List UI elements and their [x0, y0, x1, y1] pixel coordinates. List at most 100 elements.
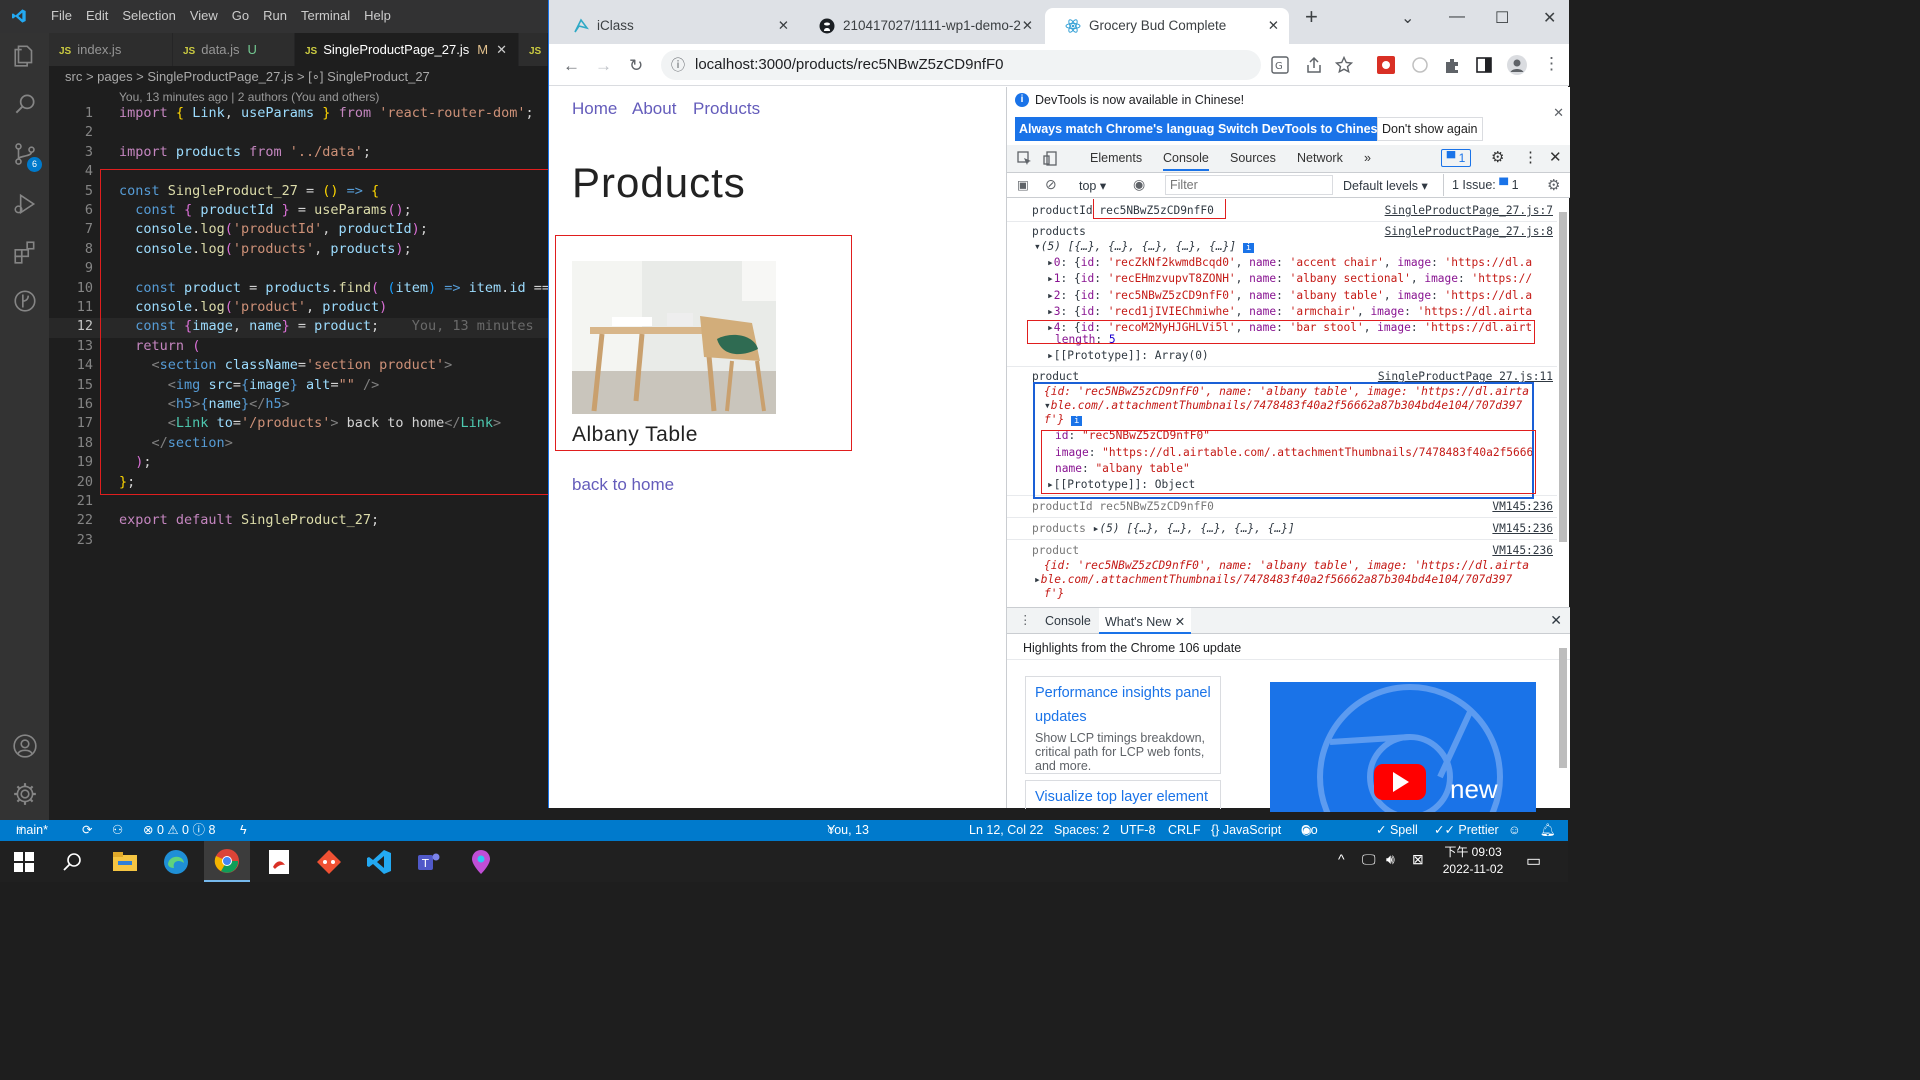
code-line[interactable]: 4: [49, 163, 548, 182]
run-debug-icon[interactable]: [12, 191, 38, 217]
products-array-summary[interactable]: ▾(5) [{…}, {…}, {…}, {…}, {…}] i: [1034, 240, 1255, 253]
menu-edit[interactable]: Edit: [79, 8, 115, 23]
back-arrow-icon[interactable]: ←: [563, 56, 580, 76]
line-endings[interactable]: CRLF: [1168, 820, 1201, 841]
git-graph-status-icon[interactable]: ⚇: [112, 820, 123, 841]
prettier-status[interactable]: ✓✓ Prettier: [1434, 820, 1499, 841]
console-scrollbar[interactable]: [1559, 212, 1567, 542]
language-mode[interactable]: {} JavaScript: [1211, 820, 1281, 841]
codelens-blame[interactable]: You, 13 minutes ago | 2 authors (You and…: [119, 90, 379, 104]
code-line[interactable]: 19 );: [49, 454, 548, 473]
menu-file[interactable]: File: [44, 8, 79, 23]
products-array-item[interactable]: ▸2: {id: 'rec5NBwZ5zCD9nfF0', name: 'alb…: [1047, 289, 1532, 302]
search-icon[interactable]: [12, 91, 38, 117]
tab-index-js[interactable]: JS index.js: [49, 33, 173, 66]
tray-chevron-icon[interactable]: ^: [1338, 851, 1345, 867]
code-line[interactable]: 23: [49, 532, 548, 551]
code-line[interactable]: 13 return (: [49, 338, 548, 357]
tab-sources[interactable]: Sources: [1230, 151, 1276, 165]
console-output[interactable]: productId rec5NBwZ5zCD9nfF0 SingleProduc…: [1007, 199, 1557, 604]
menu-go[interactable]: Go: [225, 8, 256, 23]
source-link[interactable]: SingleProductPage_27.js:11: [1378, 370, 1553, 383]
teams-icon[interactable]: T: [416, 849, 442, 875]
code-line[interactable]: 14 <section className='section product'>: [49, 357, 548, 376]
profile-avatar-icon[interactable]: [1507, 55, 1527, 75]
whats-new-card-top-layer[interactable]: Visualize top layer element: [1025, 780, 1221, 809]
whats-new-video-thumbnail[interactable]: new: [1270, 682, 1536, 812]
code-line[interactable]: 15 <img src={image} alt="" />: [49, 377, 548, 396]
taskbar-clock[interactable]: 下午 09:03 2022-11-02: [1436, 844, 1510, 878]
drawer-tab-whats-new[interactable]: What's New ✕: [1099, 608, 1192, 634]
close-tab-icon[interactable]: ✕: [778, 8, 789, 44]
encoding[interactable]: UTF-8: [1120, 820, 1155, 841]
tab-elements[interactable]: Elements: [1090, 151, 1142, 165]
side-panel-icon[interactable]: [1475, 56, 1493, 74]
card-title[interactable]: Visualize top layer element: [1035, 785, 1211, 809]
acrobat-pdf-icon[interactable]: [266, 849, 292, 875]
products-array-item[interactable]: ▸4: {id: 'recoM2MyHJGHLVi5l', name: 'bar…: [1047, 321, 1532, 334]
new-tab-button[interactable]: +: [1305, 4, 1318, 30]
notifications-bell-icon[interactable]: 🔔︎: [1540, 820, 1556, 841]
console-filter-input[interactable]: [1165, 175, 1333, 195]
tab-overflow[interactable]: JS: [519, 33, 548, 66]
nav-products-link[interactable]: Products: [693, 99, 760, 119]
devtools-menu-icon[interactable]: ⋮: [1523, 148, 1538, 166]
browser-tab-github[interactable]: 210417027/1111-wp1-demo-2 ✕: [799, 8, 1043, 44]
switch-to-chinese-button[interactable]: Switch DevTools to Chinese: [1214, 117, 1389, 141]
sync-icon[interactable]: ⟳: [82, 820, 92, 841]
menu-view[interactable]: View: [183, 8, 225, 23]
file-explorer-icon[interactable]: [112, 849, 138, 875]
spell-check[interactable]: ✓ Spell: [1376, 820, 1418, 841]
source-link[interactable]: VM145:236: [1492, 500, 1553, 513]
nav-home-link[interactable]: Home: [572, 99, 617, 119]
devtools-settings-icon[interactable]: ⚙: [1491, 148, 1504, 166]
maps-pin-icon[interactable]: [468, 849, 494, 875]
url-input[interactable]: ⓘ localhost:3000/products/rec5NBwZ5zCD9n…: [661, 50, 1261, 80]
action-center-icon[interactable]: ▭: [1526, 851, 1541, 871]
code-line[interactable]: 3 import products from '../data';: [49, 144, 548, 163]
dont-show-again-button[interactable]: Don't show again: [1377, 117, 1483, 141]
issues-counter[interactable]: 1 Issue: ▀ 1: [1443, 174, 1519, 196]
extensions-puzzle-icon[interactable]: [1443, 56, 1461, 74]
code-line[interactable]: 20};: [49, 474, 548, 493]
menu-run[interactable]: Run: [256, 8, 294, 23]
menu-selection[interactable]: Selection: [115, 8, 182, 23]
code-line[interactable]: 11 console.log('product', product): [49, 299, 548, 318]
drawer-menu-icon[interactable]: ⋮: [1019, 612, 1032, 627]
code-line[interactable]: 7 console.log('productId', productId);: [49, 221, 548, 240]
sidebar-toggle-icon[interactable]: ▣: [1017, 177, 1029, 192]
console-settings-icon[interactable]: ⚙: [1547, 176, 1560, 194]
code-line[interactable]: 2: [49, 124, 548, 143]
infobar-close-icon[interactable]: ✕: [1553, 105, 1564, 121]
tab-singleproductpage[interactable]: JS SingleProductPage_27.js M ✕: [295, 33, 519, 66]
cursor-position[interactable]: Ln 12, Col 22: [969, 820, 1043, 841]
chrome-taskbar-active[interactable]: [204, 841, 250, 882]
indentation[interactable]: Spaces: 2: [1054, 820, 1110, 841]
issues-badge[interactable]: ▀ 1: [1441, 149, 1471, 167]
forward-arrow-icon[interactable]: →: [595, 56, 612, 76]
chrome-menu-icon[interactable]: ⋮: [1543, 54, 1560, 74]
menu-help[interactable]: Help: [357, 8, 398, 23]
git-graph-icon[interactable]: [12, 288, 38, 314]
context-selector[interactable]: top ▾: [1079, 178, 1106, 193]
whats-new-card-performance[interactable]: Performance insights panel updates Show …: [1025, 676, 1221, 774]
back-to-home-link[interactable]: back to home: [572, 475, 674, 495]
card-title[interactable]: Performance insights panel updates: [1035, 681, 1211, 729]
volume-icon[interactable]: 🔊︎: [1386, 851, 1395, 868]
nav-about-link[interactable]: About: [632, 99, 676, 119]
inspect-element-icon[interactable]: [1017, 151, 1032, 166]
code-line[interactable]: 10 const product = products.find( (item)…: [49, 280, 558, 299]
devtools-close-icon[interactable]: ✕: [1549, 148, 1562, 166]
drawer-tab-console[interactable]: Console: [1045, 614, 1091, 628]
git-tool-icon[interactable]: [316, 849, 342, 875]
breadcrumb[interactable]: src > pages > SingleProductPage_27.js > …: [49, 66, 548, 90]
network-icon[interactable]: 🖵︎: [1362, 851, 1376, 868]
bookmark-star-icon[interactable]: [1335, 56, 1353, 74]
close-tab-icon[interactable]: ✕: [1175, 615, 1185, 629]
tab-data-js[interactable]: JS data.js U: [173, 33, 295, 66]
code-line[interactable]: 1 import { Link, useParams } from 'react-…: [49, 105, 548, 124]
explorer-icon[interactable]: [12, 43, 38, 69]
edge-browser-icon[interactable]: [163, 849, 189, 875]
code-line[interactable]: 21: [49, 493, 548, 512]
vscode-taskbar-icon[interactable]: [366, 849, 392, 875]
